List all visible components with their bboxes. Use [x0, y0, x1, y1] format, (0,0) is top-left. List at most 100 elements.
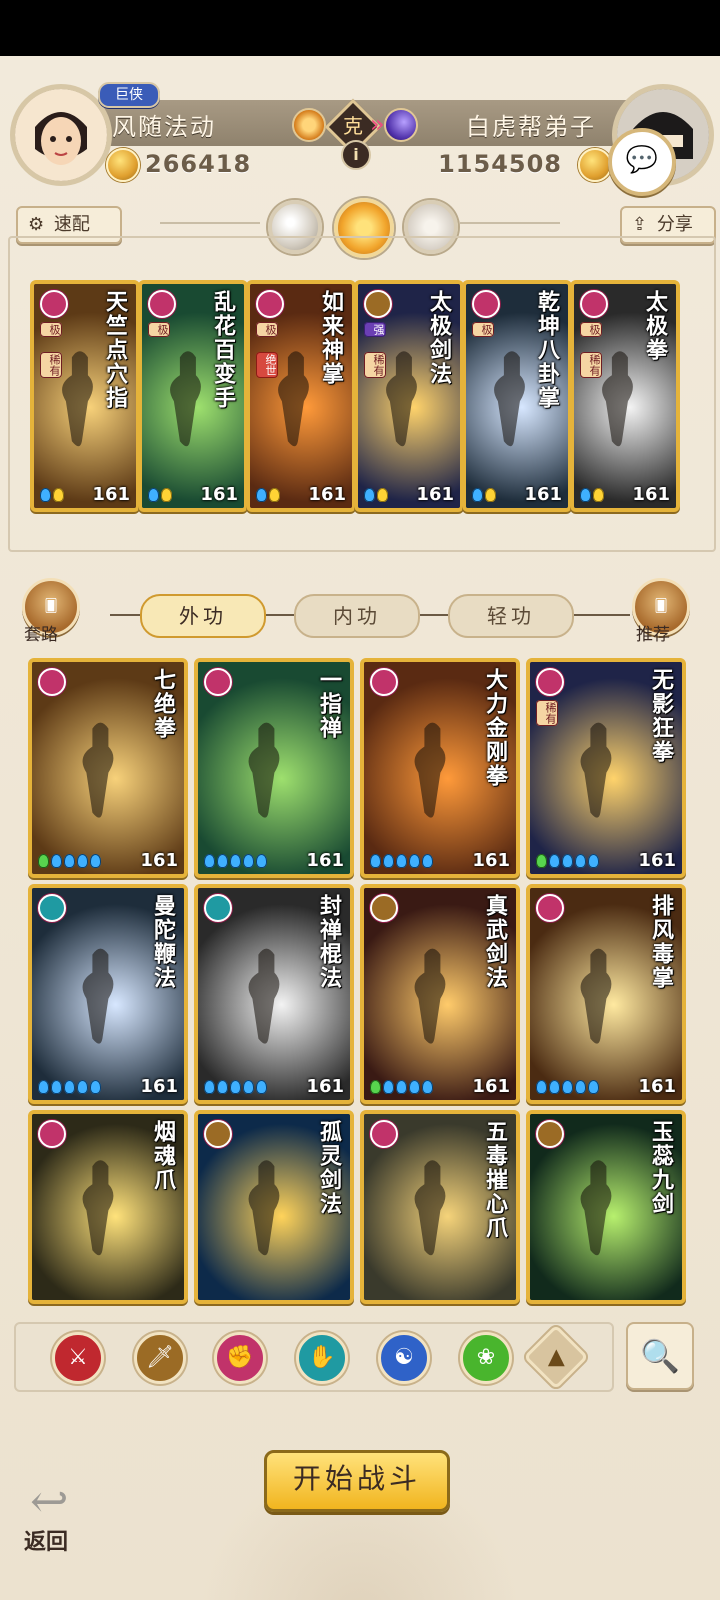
- drop-icon: [90, 854, 101, 868]
- grid-card[interactable]: 七绝拳 161: [28, 658, 188, 878]
- bronze-type-icon: [204, 1120, 232, 1148]
- fist-filter-button[interactable]: ✊: [214, 1332, 266, 1384]
- drop-icon: [422, 1080, 433, 1094]
- other-icon: ▲: [547, 1343, 565, 1369]
- card-title: 封禅棍法: [316, 894, 342, 990]
- back-arrow-icon: ↩: [30, 1474, 69, 1528]
- share-icon: ⇪: [632, 214, 648, 235]
- drop-icon: [51, 854, 62, 868]
- sword-filter-button[interactable]: ⚔: [52, 1332, 104, 1384]
- card-title: 天竺点穴指: [102, 290, 128, 410]
- back-button[interactable]: ↩ 返回: [20, 1474, 100, 1560]
- pink-type-icon: [580, 290, 608, 318]
- card-title: 曼陀鞭法: [150, 894, 176, 990]
- grid-card[interactable]: 玉蕊九剑: [526, 1110, 686, 1304]
- selected-card[interactable]: 如来神掌 极绝世 161: [246, 280, 356, 512]
- card-title: 排风毒掌: [648, 894, 674, 990]
- teal-type-icon: [38, 894, 66, 922]
- grid-card[interactable]: 无影狂拳 稀有 161: [526, 658, 686, 878]
- selected-card[interactable]: 太极剑法 强稀有 161: [354, 280, 464, 512]
- drop-icon: [485, 488, 496, 502]
- card-tag: 稀有: [40, 352, 62, 378]
- drop-icon: [396, 854, 407, 868]
- search-button[interactable]: 🔍: [626, 1322, 694, 1390]
- drop-icon: [422, 854, 433, 868]
- card-title: 太极剑法: [426, 290, 452, 386]
- star-drops: [364, 488, 388, 502]
- card-level: 161: [306, 850, 344, 871]
- chevron-right-icon: »: [370, 110, 385, 138]
- card-level: 161: [416, 484, 454, 505]
- card-level: 161: [92, 484, 130, 505]
- selected-card[interactable]: 乾坤八卦掌 极 161: [462, 280, 572, 512]
- tab-internal[interactable]: 内功: [294, 594, 420, 638]
- grid-card[interactable]: 烟魂爪: [28, 1110, 188, 1304]
- player-left-avatar[interactable]: [10, 84, 112, 186]
- drop-icon: [230, 854, 241, 868]
- selected-card[interactable]: 天竺点穴指 极稀有 161: [30, 280, 140, 512]
- teal-type-icon: [204, 894, 232, 922]
- selected-card[interactable]: 太极拳 极稀有 161: [570, 280, 680, 512]
- drop-icon: [40, 488, 51, 502]
- card-tag: 极: [256, 322, 278, 337]
- drop-icon: [90, 1080, 101, 1094]
- grid-card[interactable]: 大力金刚拳 161: [360, 658, 520, 878]
- drop-icon: [161, 488, 172, 502]
- drop-icon: [588, 854, 599, 868]
- tab-external[interactable]: 外功: [140, 594, 266, 638]
- drop-icon: [370, 1080, 381, 1094]
- drop-icon: [575, 1080, 586, 1094]
- drop-icon: [370, 854, 381, 868]
- grid-card[interactable]: 五毒摧心爪: [360, 1110, 520, 1304]
- share-label: 分享: [656, 214, 693, 235]
- wind-filter-button[interactable]: ❀: [460, 1332, 512, 1384]
- drop-icon: [377, 488, 388, 502]
- grid-card[interactable]: 真武剑法 161: [360, 884, 520, 1104]
- card-title: 如来神掌: [318, 290, 344, 386]
- drop-icon: [536, 1080, 547, 1094]
- drop-icon: [472, 488, 483, 502]
- star-drops: [370, 854, 433, 868]
- star-drops: [38, 854, 101, 868]
- cards-icon: 🂠: [44, 599, 58, 614]
- tab-lightness[interactable]: 轻功: [448, 594, 574, 638]
- dagger-filter-button[interactable]: 🗡: [134, 1332, 186, 1384]
- star-drops: [536, 1080, 599, 1094]
- drop-icon: [562, 1080, 573, 1094]
- drop-icon: [64, 1080, 75, 1094]
- card-title: 七绝拳: [150, 668, 176, 740]
- selected-card[interactable]: 乱花百变手 极 161: [138, 280, 248, 512]
- grid-card[interactable]: 封禅棍法 161: [194, 884, 354, 1104]
- start-battle-button[interactable]: 开始战斗: [264, 1450, 450, 1512]
- card-tag: 极: [580, 322, 602, 337]
- info-button[interactable]: i: [341, 140, 371, 170]
- card-title: 大力金刚拳: [482, 668, 508, 788]
- drop-icon: [256, 1080, 267, 1094]
- drop-icon: [383, 854, 394, 868]
- drop-icon: [409, 854, 420, 868]
- grid-card[interactable]: 孤灵剑法: [194, 1110, 354, 1304]
- yin-yang-filter-button[interactable]: ☯: [378, 1332, 430, 1384]
- card-level: 161: [306, 1076, 344, 1097]
- drop-icon: [593, 488, 604, 502]
- fist-icon: ✊: [226, 1345, 254, 1370]
- drop-icon: [549, 854, 560, 868]
- moon-element-icon: [384, 108, 418, 142]
- card-title: 孤灵剑法: [316, 1120, 342, 1216]
- card-title: 乾坤八卦掌: [534, 290, 560, 410]
- card-tag: 稀有: [364, 352, 386, 378]
- drop-icon: [217, 1080, 228, 1094]
- counter-label: 克: [343, 114, 363, 138]
- player-right-name: 白虎帮弟子: [466, 113, 596, 141]
- divider: [160, 222, 260, 224]
- divider: [460, 222, 560, 224]
- palm-filter-button[interactable]: ✋: [296, 1332, 348, 1384]
- grid-card[interactable]: 曼陀鞭法 161: [28, 884, 188, 1104]
- quick-match-label: 速配: [53, 214, 90, 235]
- pink-type-icon: [536, 894, 564, 922]
- recommend-label: 推荐: [636, 625, 670, 645]
- drop-icon: [256, 854, 267, 868]
- chat-button[interactable]: 💬: [608, 128, 676, 196]
- grid-card[interactable]: 一指禅 161: [194, 658, 354, 878]
- grid-card[interactable]: 排风毒掌 161: [526, 884, 686, 1104]
